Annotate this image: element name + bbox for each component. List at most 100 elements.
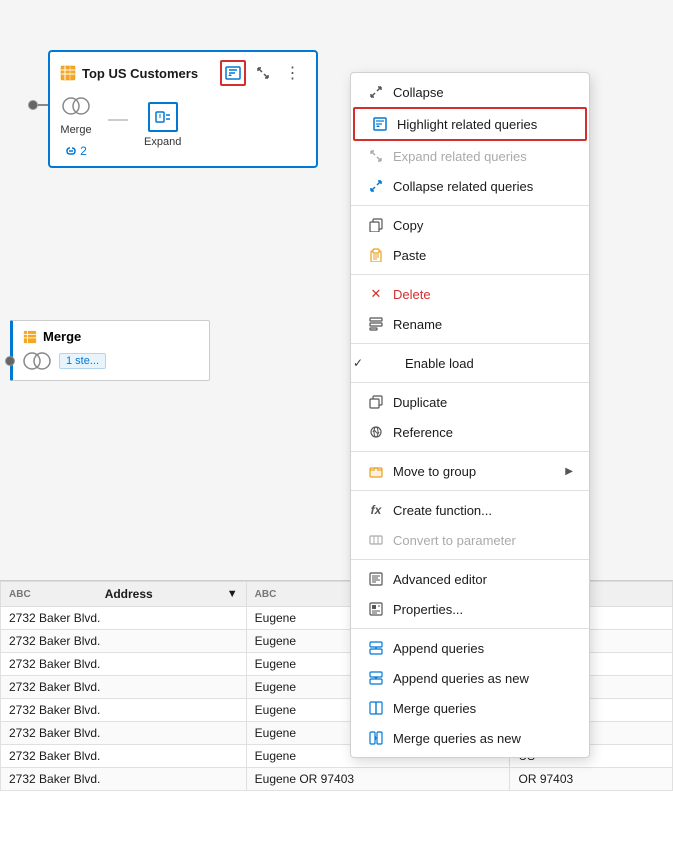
address-header-label: Address xyxy=(105,587,153,601)
menu-item-convert-param: Convert to parameter xyxy=(351,525,589,555)
address-filter-icon[interactable]: ▼ xyxy=(227,588,238,600)
create-function-label: Create function... xyxy=(393,503,492,518)
merge-step-icon xyxy=(23,350,51,372)
divider-1 xyxy=(351,205,589,206)
menu-item-enable-load[interactable]: ✓ Enable load xyxy=(351,348,589,378)
append-queries-label: Append queries xyxy=(393,641,484,656)
expand-step: Expand xyxy=(144,102,181,148)
collapse-icon xyxy=(256,66,270,80)
extra-cell: OR 97403 xyxy=(510,768,673,791)
menu-item-collapse-related[interactable]: Collapse related queries xyxy=(351,171,589,201)
menu-item-append-queries-new[interactable]: Append queries as new xyxy=(351,663,589,693)
append-queries-new-label: Append queries as new xyxy=(393,671,529,686)
enable-load-icon xyxy=(379,354,397,372)
expand-related-icon xyxy=(367,147,385,165)
divider-5 xyxy=(351,451,589,452)
menu-item-append-queries[interactable]: Append queries xyxy=(351,633,589,663)
divider-7 xyxy=(351,559,589,560)
address-type-icon: ABC xyxy=(9,589,31,600)
rename-svg xyxy=(369,317,383,331)
expand-related-label: Expand related queries xyxy=(393,149,527,164)
advanced-editor-icon xyxy=(367,570,385,588)
card-actions[interactable]: ⋮ xyxy=(220,60,306,86)
expand-icon-container xyxy=(148,102,178,132)
divider-4 xyxy=(351,382,589,383)
address-cell: 2732 Baker Blvd. xyxy=(1,653,247,676)
step-connector xyxy=(108,119,128,121)
menu-item-rename[interactable]: Rename xyxy=(351,309,589,339)
address-column-header[interactable]: ABC Address ▼ xyxy=(1,582,247,607)
menu-item-advanced-editor[interactable]: Advanced editor xyxy=(351,564,589,594)
create-function-icon: fx xyxy=(367,501,385,519)
menu-item-merge-queries[interactable]: Merge queries xyxy=(351,693,589,723)
ellipsis-icon: ⋮ xyxy=(285,63,302,83)
delete-label: Delete xyxy=(393,287,431,302)
paste-icon xyxy=(367,246,385,264)
menu-item-reference[interactable]: Reference xyxy=(351,417,589,447)
menu-item-paste[interactable]: Paste xyxy=(351,240,589,270)
city-cell: Eugene OR 97403 xyxy=(246,768,510,791)
menu-item-properties[interactable]: Properties... xyxy=(351,594,589,624)
append-queries-icon xyxy=(367,639,385,657)
highlight-icon xyxy=(225,65,241,81)
divider-8 xyxy=(351,628,589,629)
merge-queries-svg xyxy=(369,701,383,715)
reference-icon xyxy=(367,423,385,441)
move-to-group-label: Move to group xyxy=(393,464,476,479)
copy-svg xyxy=(369,218,383,232)
table-row: 2732 Baker Blvd.Eugene OR 97403OR 97403 xyxy=(1,768,673,791)
delete-icon: ✕ xyxy=(367,285,385,303)
duplicate-label: Duplicate xyxy=(393,395,447,410)
card-title-row: Top US Customers xyxy=(60,60,306,86)
merge-connector-dot xyxy=(5,356,15,366)
address-cell: 2732 Baker Blvd. xyxy=(1,745,247,768)
menu-item-merge-queries-new[interactable]: Merge queries as new xyxy=(351,723,589,753)
more-options-button[interactable]: ⋮ xyxy=(280,60,306,86)
properties-svg xyxy=(369,602,383,616)
highlight-menu-icon xyxy=(371,115,389,133)
convert-param-icon xyxy=(367,531,385,549)
table-icon xyxy=(60,65,76,81)
merge-card-title: Merge xyxy=(23,329,199,344)
merge-card-title-text: Merge xyxy=(43,329,81,344)
reference-label: Reference xyxy=(393,425,453,440)
highlight-related-button[interactable] xyxy=(220,60,246,86)
paste-svg xyxy=(369,248,383,262)
address-cell: 2732 Baker Blvd. xyxy=(1,607,247,630)
menu-item-create-function[interactable]: fx Create function... xyxy=(351,495,589,525)
city-type-icon: ABC xyxy=(255,589,277,600)
connector-line xyxy=(38,104,48,106)
move-to-group-svg xyxy=(369,464,383,478)
collapse-menu-icon xyxy=(367,83,385,101)
collapse-related-svg xyxy=(369,179,383,193)
rename-label: Rename xyxy=(393,317,442,332)
menu-item-copy[interactable]: Copy xyxy=(351,210,589,240)
convert-param-svg xyxy=(369,533,383,547)
check-icon: ✓ xyxy=(353,356,363,370)
rename-icon xyxy=(367,315,385,333)
append-queries-svg xyxy=(369,641,383,655)
card-title-text: Top US Customers xyxy=(82,66,198,81)
divider-3 xyxy=(351,343,589,344)
address-cell: 2732 Baker Blvd. xyxy=(1,676,247,699)
collapse-button[interactable] xyxy=(250,60,276,86)
menu-item-collapse[interactable]: Collapse xyxy=(351,77,589,107)
merge-icon xyxy=(62,95,90,117)
card-body: Merge 2 xyxy=(60,92,306,158)
menu-item-highlight[interactable]: Highlight related queries xyxy=(353,107,587,141)
merge-queries-label: Merge queries xyxy=(393,701,476,716)
copy-label: Copy xyxy=(393,218,423,233)
canvas-area: Top US Customers xyxy=(0,0,673,580)
menu-item-delete[interactable]: ✕ Delete xyxy=(351,279,589,309)
connector-dot-left xyxy=(28,100,38,110)
merge-label: Merge xyxy=(60,124,91,136)
top-us-customers-card: Top US Customers xyxy=(48,50,318,168)
merge-queries-icon xyxy=(367,699,385,717)
paste-label: Paste xyxy=(393,248,426,263)
duplicate-svg xyxy=(369,395,383,409)
collapse-related-label: Collapse related queries xyxy=(393,179,533,194)
expand-icon xyxy=(154,108,172,126)
menu-item-duplicate[interactable]: Duplicate xyxy=(351,387,589,417)
menu-item-move-to-group[interactable]: Move to group ▶ xyxy=(351,456,589,486)
link-count-value: 2 xyxy=(80,144,87,158)
